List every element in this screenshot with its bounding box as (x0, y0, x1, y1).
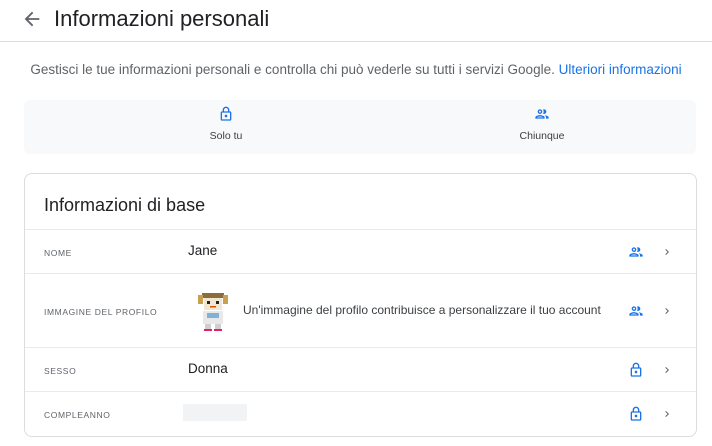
chevron-right-icon (665, 249, 669, 255)
chevron-right-icon (665, 411, 669, 417)
profile-picture-description: Un'immagine del profilo contribuisce a p… (243, 303, 601, 317)
learn-more-link[interactable]: Ulteriori informazioni (559, 62, 682, 77)
visibility-legend: Solo tu Chiunque (24, 100, 696, 154)
intro-text: Gestisci le tue informazioni personali e… (0, 61, 712, 79)
birthday-value (183, 404, 247, 421)
basic-info-card: Informazioni di base NOME Jane IMMAGINE … (24, 173, 697, 437)
gender-value: Donna (188, 361, 228, 376)
legend-only-you: Solo tu (126, 106, 326, 142)
people-icon (535, 109, 549, 119)
people-icon (629, 247, 643, 257)
people-icon (629, 306, 643, 316)
legend-label: Solo tu (209, 130, 243, 142)
lock-icon (630, 406, 642, 421)
name-value: Jane (188, 243, 218, 258)
legend-anyone: Chiunque (442, 106, 642, 142)
legend-label: Chiunque (519, 130, 565, 142)
profile-avatar[interactable] (195, 288, 231, 332)
intro-description: Gestisci le tue informazioni personali e… (30, 62, 555, 77)
row-birthday[interactable]: COMPLEANNO (25, 391, 696, 436)
row-name[interactable]: NOME Jane (25, 229, 696, 274)
card-title: Informazioni di base (44, 195, 206, 215)
row-profile-picture[interactable]: IMMAGINE DEL PROFILO Un'immagine del pro… (25, 273, 696, 348)
chevron-right-icon (665, 367, 669, 373)
row-label: COMPLEANNO (44, 410, 111, 420)
back-arrow-icon[interactable] (20, 8, 44, 30)
row-label: SESSO (44, 366, 77, 376)
row-label: IMMAGINE DEL PROFILO (44, 307, 158, 317)
lock-icon (630, 362, 642, 377)
page-title: Informazioni personali (54, 6, 270, 31)
row-label: NOME (44, 248, 72, 258)
chevron-right-icon (665, 308, 669, 314)
app-header: Informazioni personali (0, 0, 712, 42)
row-gender[interactable]: SESSO Donna (25, 347, 696, 392)
lock-icon (220, 106, 232, 121)
